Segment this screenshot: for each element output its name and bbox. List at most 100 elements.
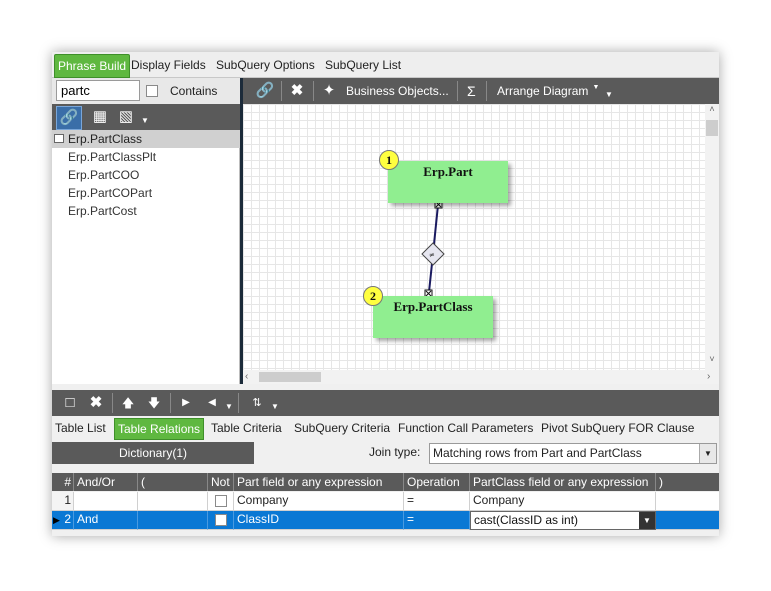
scroll-thumb[interactable] (706, 120, 718, 136)
column-header[interactable]: ) (656, 473, 719, 491)
close-icon[interactable]: ✖ (86, 392, 106, 414)
arrange-diagram-button[interactable]: Arrange Diagram (497, 84, 588, 98)
column-header[interactable]: Not (208, 473, 234, 491)
column-header[interactable]: And/Or (74, 473, 138, 491)
table-view-icon[interactable]: ▧ (116, 106, 136, 128)
list-item[interactable]: Erp.PartClass (52, 130, 250, 148)
close-paren-cell[interactable] (656, 492, 719, 511)
tab-subquery-criteria[interactable]: SubQuery Criteria (291, 418, 393, 438)
part-field-cell[interactable]: Company (234, 492, 404, 511)
indent-right-icon[interactable]: ▶ (176, 392, 196, 414)
operation-cell[interactable]: = (404, 511, 470, 530)
column-header[interactable]: PartClass field or any expression (470, 473, 656, 491)
entity-erp-partclass[interactable]: Erp.PartClass (373, 296, 493, 338)
table-search-input[interactable] (56, 80, 140, 101)
new-document-icon[interactable]: □ (60, 392, 80, 414)
column-header[interactable]: ( (138, 473, 208, 491)
main-tabbar: Phrase Build Display Fields SubQuery Opt… (52, 52, 719, 78)
link-icon[interactable]: 🔗 (56, 106, 82, 130)
close-paren-cell[interactable] (656, 511, 719, 530)
query-designer-window: Phrase Build Display Fields SubQuery Opt… (52, 52, 719, 536)
link-icon[interactable]: 🔗 (255, 80, 275, 102)
toolbar-separator (281, 81, 282, 101)
partclass-field-editor[interactable]: cast(ClassID as int) ▼ (470, 511, 656, 530)
partclass-field-value: cast(ClassID as int) (474, 513, 579, 527)
chevron-down-icon[interactable]: ▼ (604, 84, 614, 106)
not-checkbox[interactable] (215, 495, 227, 507)
chevron-down-icon[interactable]: ▼ (639, 512, 655, 529)
scroll-left-icon[interactable]: ‹ (245, 370, 257, 384)
close-icon[interactable]: ✖ (287, 80, 307, 102)
arrow-up-icon[interactable]: 🡅 (118, 392, 138, 414)
business-objects-icon[interactable]: ✦ (319, 80, 339, 102)
list-item[interactable]: Erp.PartCOPart (52, 184, 250, 202)
sort-az-icon[interactable]: ⇅ (246, 392, 268, 414)
partclass-field-cell[interactable]: Company (470, 492, 656, 511)
relations-toolbar: □ ✖ 🡅 🡇 ▶ ◀ ▼ ⇅ ▼ (52, 390, 719, 416)
tab-table-relations[interactable]: Table Relations (114, 418, 205, 440)
table-icon (54, 134, 64, 143)
scroll-thumb[interactable] (259, 372, 321, 382)
join-type-label: Join type: (369, 445, 421, 459)
not-cell[interactable] (208, 492, 234, 511)
entity-badge: 2 (363, 286, 383, 306)
entity-erp-part[interactable]: Erp.Part (388, 161, 508, 203)
tab-function-call-parameters[interactable]: Function Call Parameters (395, 418, 536, 438)
entity-title: Erp.PartClass (393, 299, 473, 314)
tab-display-fields[interactable]: Display Fields (128, 54, 209, 76)
tab-table-criteria[interactable]: Table Criteria (208, 418, 285, 438)
tab-table-list[interactable]: Table List (52, 418, 109, 438)
toolbar-separator (112, 393, 113, 413)
chevron-down-icon[interactable]: ▼ (699, 444, 716, 463)
join-type-value: Matching rows from Part and PartClass (433, 446, 642, 460)
tab-pivot-subquery-for-clause[interactable]: Pivot SubQuery FOR Clause (538, 418, 697, 438)
join-type-select[interactable]: Matching rows from Part and PartClass ▼ (429, 443, 717, 464)
and-or-cell[interactable]: And (74, 511, 138, 530)
tab-subquery-options[interactable]: SubQuery Options (213, 54, 318, 76)
tab-subquery-list[interactable]: SubQuery List (322, 54, 404, 76)
tab-phrase-build[interactable]: Phrase Build (54, 54, 131, 78)
column-header[interactable]: Operation (404, 473, 470, 491)
scroll-right-icon[interactable]: › (707, 370, 719, 384)
toolbar-separator (486, 81, 487, 101)
column-header[interactable]: Part field or any expression (234, 473, 404, 491)
scroll-down-icon[interactable]: ˅ (705, 354, 719, 366)
current-row-icon: ▶ (53, 515, 60, 525)
toolbar-separator (170, 393, 171, 413)
diagram-canvas[interactable]: ≠ Erp.Part 1 Erp.PartClass 2 (243, 104, 705, 370)
contains-label: Contains (170, 84, 218, 98)
table-search-pane: Contains 🔗 ▦ ▧ ▼ Erp.PartClass Erp.PartC… (52, 78, 250, 384)
chevron-down-icon[interactable]: ▼ (224, 396, 234, 418)
relations-grid: # And/Or ( Not Part field or any express… (52, 473, 719, 536)
not-checkbox[interactable] (215, 514, 227, 526)
list-item-label: Erp.PartCOPart (68, 186, 153, 200)
indent-left-icon[interactable]: ◀ (202, 392, 222, 414)
column-header[interactable]: # (52, 473, 74, 491)
dropdown-arrow-icon[interactable]: ▼ (592, 77, 600, 99)
list-item[interactable]: Erp.PartClassPlt (52, 148, 250, 166)
chevron-down-icon[interactable]: ▼ (270, 396, 280, 418)
diagram-vertical-scrollbar[interactable]: ˄ ˅ (705, 104, 719, 370)
operation-cell[interactable]: = (404, 492, 470, 511)
part-field-cell[interactable]: ClassID (234, 511, 404, 530)
dictionary-button[interactable]: Dictionary(1) (52, 442, 254, 464)
contains-checkbox[interactable] (146, 85, 158, 97)
list-item[interactable]: Erp.PartCOO (52, 166, 250, 184)
search-row: Contains (52, 78, 240, 104)
arrow-down-icon[interactable]: 🡇 (144, 392, 164, 414)
sigma-button[interactable]: Σ (467, 83, 476, 99)
business-objects-button[interactable]: Business Objects... (346, 84, 449, 98)
and-or-cell[interactable] (74, 492, 138, 511)
scroll-up-icon[interactable]: ˄ (705, 104, 719, 116)
open-paren-cell[interactable] (138, 492, 208, 511)
left-toolbar: 🔗 ▦ ▧ ▼ (52, 104, 240, 130)
list-item-label: Erp.PartCost (68, 204, 137, 218)
chevron-down-icon[interactable]: ▼ (140, 110, 150, 132)
open-paren-cell[interactable] (138, 511, 208, 530)
entity-badge: 1 (379, 150, 399, 170)
not-cell[interactable] (208, 511, 234, 530)
table-icon[interactable]: ▦ (90, 106, 110, 128)
list-item[interactable]: Erp.PartCost (52, 202, 250, 220)
diagram-horizontal-scrollbar[interactable]: ‹ › (243, 370, 719, 384)
toolbar-separator (457, 81, 458, 101)
